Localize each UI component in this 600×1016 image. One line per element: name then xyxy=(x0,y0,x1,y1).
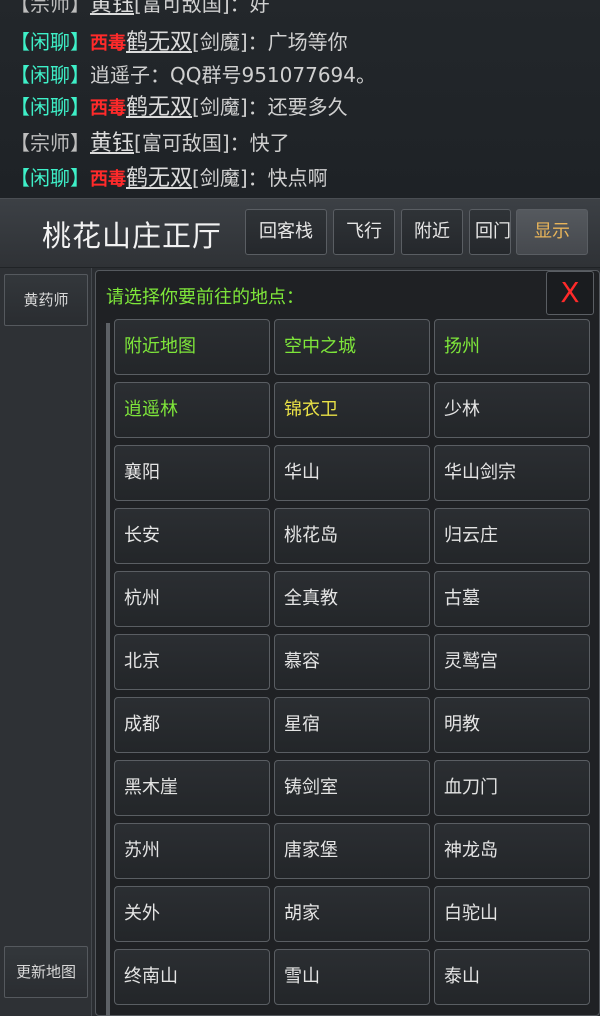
chat-line: 【闲聊】西毒鹤无双[剑魔]：快点啊 xyxy=(10,160,328,196)
location-button[interactable]: 胡家 xyxy=(274,886,430,942)
location-button[interactable]: 白驼山 xyxy=(434,886,590,942)
channel-bracket-close: 】 xyxy=(70,166,90,190)
location-button[interactable]: 杭州 xyxy=(114,571,270,627)
location-button[interactable]: 星宿 xyxy=(274,697,430,753)
location-button[interactable]: 成都 xyxy=(114,697,270,753)
chat-channel: 宗师 xyxy=(30,0,70,16)
update-map-button[interactable]: 更新地图 xyxy=(4,946,88,998)
player-faction: [剑魔] xyxy=(192,166,248,190)
player-name-link[interactable]: 鹤无双 xyxy=(126,30,192,55)
close-button[interactable]: X xyxy=(546,271,594,315)
chat-channel: 闲聊 xyxy=(30,95,70,119)
travel-dialog: 请选择你要前往的地点： X 附近地图 空中之城 扬州逍遥林 锦衣卫 少林襄阳 华山 华山剑宗… xyxy=(95,270,600,1016)
channel-bracket-close: 】 xyxy=(70,63,90,87)
location-button[interactable]: 灵鹫宫 xyxy=(434,634,590,690)
chat-channel: 闲聊 xyxy=(30,63,70,87)
chat-line: 【宗师】黄钰[富可敌国]：快了 xyxy=(10,125,290,161)
location-button[interactable]: 归云庄 xyxy=(434,508,590,564)
chat-message: ：还要多久 xyxy=(247,95,348,119)
player-name-link[interactable]: 黄钰 xyxy=(90,0,134,17)
player-faction: [剑魔] xyxy=(192,95,248,119)
location-button[interactable]: 古墓 xyxy=(434,571,590,627)
location-button[interactable]: 桃花岛 xyxy=(274,508,430,564)
location-button[interactable]: 铸剑室 xyxy=(274,760,430,816)
chat-channel: 闲聊 xyxy=(30,166,70,190)
chat-message: ：快了 xyxy=(229,131,290,155)
channel-bracket-open: 【 xyxy=(10,0,30,16)
player-name-link[interactable]: 鹤无双 xyxy=(126,166,192,191)
player-faction: [富可敌国] xyxy=(134,131,230,155)
location-header: 桃花山庄正厅 回客栈 飞行 附近 回门派 显示 xyxy=(0,198,600,268)
chat-channel: 宗师 xyxy=(30,131,70,155)
room-title: 桃花山庄正厅 xyxy=(42,219,223,253)
channel-bracket-open: 【 xyxy=(10,131,30,155)
fly-button[interactable]: 飞行 xyxy=(333,209,395,255)
return-sect-button[interactable]: 回门派 xyxy=(469,209,511,255)
location-button[interactable]: 锦衣卫 xyxy=(274,382,430,438)
left-panel: 黄药师 更新地图 xyxy=(0,268,92,1016)
player-name-link[interactable]: 黄钰 xyxy=(90,131,134,156)
location-button[interactable]: 扬州 xyxy=(434,319,590,375)
location-button[interactable]: 华山 xyxy=(274,445,430,501)
return-inn-button[interactable]: 回客栈 xyxy=(245,209,327,255)
location-button[interactable]: 空中之城 xyxy=(274,319,430,375)
chat-log: 【宗师】黄钰[富可敌国]：好 【闲聊】西毒鹤无双[剑魔]：广场等你 【闲聊】逍遥子：… xyxy=(0,0,600,198)
channel-bracket-close: 】 xyxy=(70,0,90,16)
channel-bracket-open: 【 xyxy=(10,63,30,87)
chat-channel: 闲聊 xyxy=(30,30,70,54)
location-button[interactable]: 全真教 xyxy=(274,571,430,627)
channel-bracket-close: 】 xyxy=(70,30,90,54)
title-tag: 西毒 xyxy=(90,169,126,190)
chat-message: ：快点啊 xyxy=(247,166,328,190)
channel-bracket-open: 【 xyxy=(10,95,30,119)
chat-line: 【闲聊】西毒鹤无双[剑魔]：广场等你 xyxy=(10,24,348,60)
location-button[interactable]: 少林 xyxy=(434,382,590,438)
player-faction: [富可敌国] xyxy=(134,0,230,16)
location-button[interactable]: 苏州 xyxy=(114,823,270,879)
location-button[interactable]: 明教 xyxy=(434,697,590,753)
dialog-title: 请选择你要前往的地点： xyxy=(106,287,304,308)
player-faction: [剑魔] xyxy=(192,30,248,54)
chat-line: 【宗师】黄钰[富可敌国]：好 xyxy=(10,0,270,22)
location-button[interactable]: 血刀门 xyxy=(434,760,590,816)
chat-line: 【闲聊】逍遥子：QQ群号951077694。 xyxy=(10,57,376,93)
location-button[interactable]: 逍遥林 xyxy=(114,382,270,438)
scrollbar[interactable] xyxy=(106,323,110,1016)
title-tag: 西毒 xyxy=(90,98,126,119)
location-button[interactable]: 黑木崖 xyxy=(114,760,270,816)
location-button[interactable]: 唐家堡 xyxy=(274,823,430,879)
player-name-link[interactable]: 鹤无双 xyxy=(126,95,192,120)
chat-message: ：广场等你 xyxy=(247,30,348,54)
channel-bracket-close: 】 xyxy=(70,95,90,119)
location-button[interactable]: 华山剑宗 xyxy=(434,445,590,501)
channel-bracket-open: 【 xyxy=(10,30,30,54)
title-tag: 西毒 xyxy=(90,33,126,54)
chat-line: 【闲聊】西毒鹤无双[剑魔]：还要多久 xyxy=(10,89,348,125)
location-button[interactable]: 长安 xyxy=(114,508,270,564)
nearby-button[interactable]: 附近 xyxy=(401,209,463,255)
location-button[interactable]: 襄阳 xyxy=(114,445,270,501)
chat-message: ：好 xyxy=(229,0,270,16)
chat-message: 逍遥子：QQ群号951077694。 xyxy=(90,63,377,87)
channel-bracket-open: 【 xyxy=(10,166,30,190)
npc-huangyaoshi-button[interactable]: 黄药师 xyxy=(4,274,88,326)
location-button[interactable]: 北京 xyxy=(114,634,270,690)
location-button[interactable]: 雪山 xyxy=(274,949,430,1005)
show-button[interactable]: 显示 xyxy=(516,209,588,255)
location-button[interactable]: 泰山 xyxy=(434,949,590,1005)
location-button[interactable]: 关外 xyxy=(114,886,270,942)
location-button[interactable]: 神龙岛 xyxy=(434,823,590,879)
channel-bracket-close: 】 xyxy=(70,131,90,155)
location-button[interactable]: 慕容 xyxy=(274,634,430,690)
location-button[interactable]: 终南山 xyxy=(114,949,270,1005)
location-button[interactable]: 附近地图 xyxy=(114,319,270,375)
